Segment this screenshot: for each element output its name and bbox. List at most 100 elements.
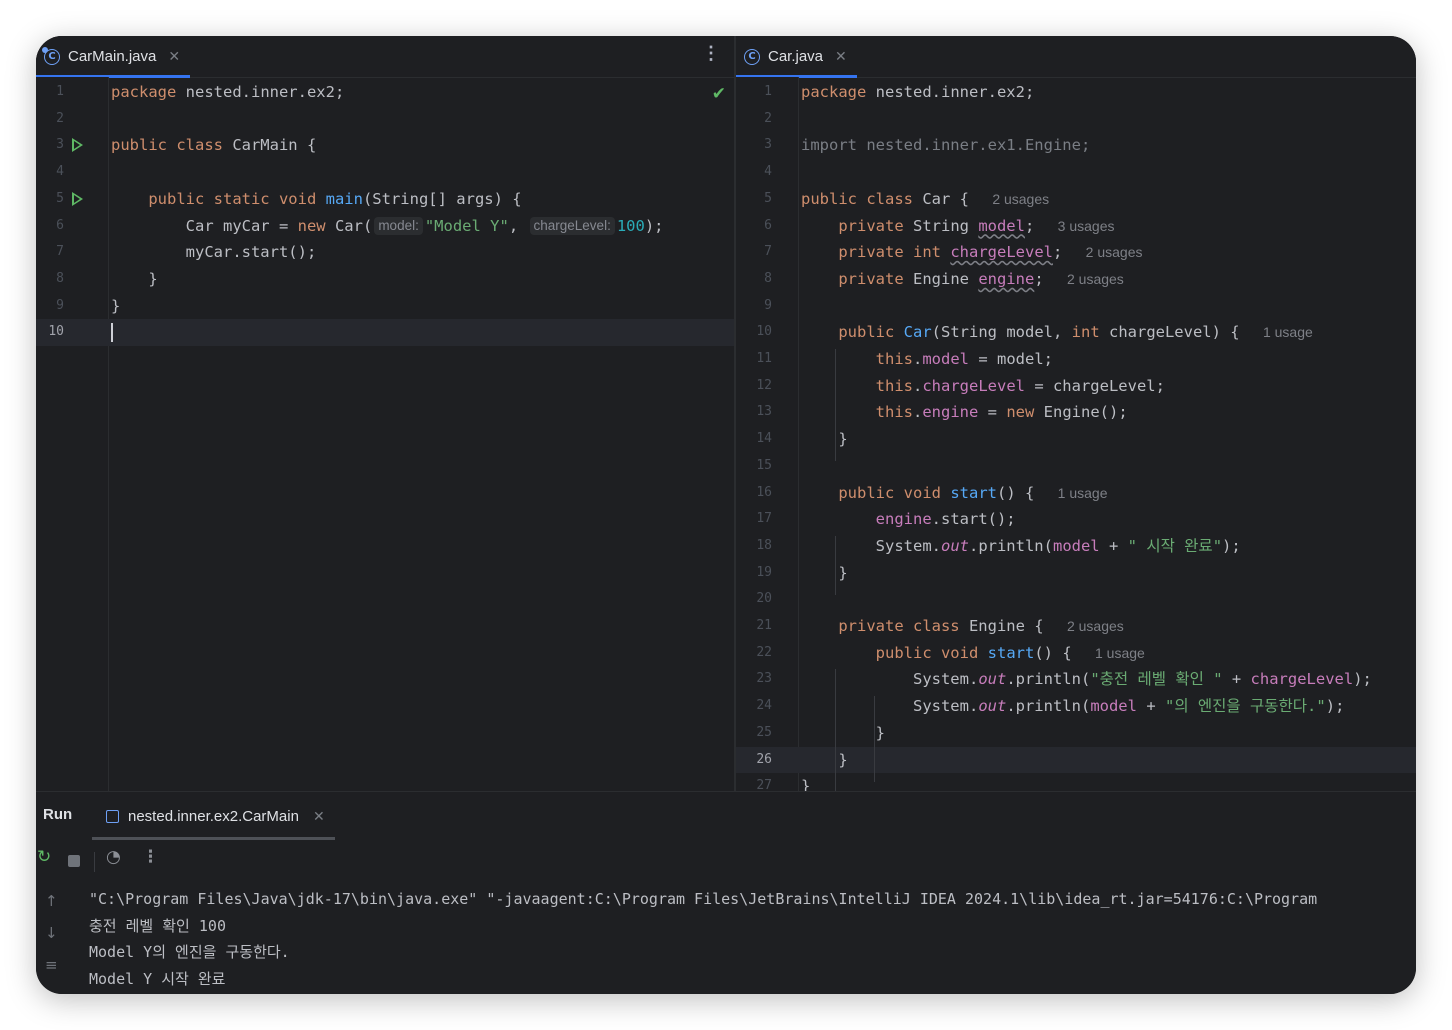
code-token: .println(: [1006, 670, 1091, 689]
console-output[interactable]: "C:\Program Files\Java\jdk-17\bin\java.e…: [89, 886, 1416, 994]
run-gutter-icon[interactable]: [72, 191, 83, 206]
code-line: import nested.inner.ex1.Engine;: [798, 132, 1416, 159]
rerun-icon[interactable]: ↻: [37, 847, 51, 867]
usage-hint[interactable]: 1 usage: [1095, 645, 1145, 661]
profiler-gauge-icon[interactable]: ◔: [106, 847, 121, 867]
code-token: public void: [801, 643, 979, 662]
code-token: model: [922, 350, 969, 368]
code-token: " 시작 완료": [1127, 536, 1223, 555]
more-options-icon[interactable]: ⋮: [702, 43, 720, 64]
code-area[interactable]: package nested.inner.ex2; public class Ca…: [108, 77, 734, 791]
scroll-down-icon[interactable]: ↓: [45, 924, 58, 942]
code-line: engine.start();: [798, 506, 1416, 533]
code-token: String: [903, 216, 979, 235]
usage-hint[interactable]: 1 usage: [1263, 324, 1313, 340]
tab-car[interactable]: C Car.java ✕: [736, 36, 857, 78]
stop-icon[interactable]: [68, 855, 80, 867]
usage-hint[interactable]: 2 usages: [1086, 244, 1143, 260]
line-number: 24: [756, 698, 772, 714]
run-gutter-icon[interactable]: [72, 138, 83, 153]
code-token: private: [801, 216, 904, 235]
right-tab-bar: C Car.java ✕: [736, 36, 1416, 78]
code-token: public class: [801, 189, 913, 208]
code-line: public class CarMain {: [108, 132, 734, 159]
usage-hint[interactable]: 2 usages: [992, 191, 1049, 207]
parameter-hint: model:: [374, 216, 423, 235]
run-header: Run nested.inner.ex2.CarMain ✕: [36, 792, 1416, 842]
code-line: }: [798, 560, 1416, 587]
line-number: 6: [764, 217, 772, 233]
line-number: 6: [56, 217, 64, 233]
code-token: "충전 레벨 확인 ": [1090, 670, 1223, 689]
line-number: 9: [56, 297, 64, 313]
code-token: chargeLevel: [950, 243, 1053, 262]
left-tab-bar: C CarMain.java ✕ ⋮: [36, 36, 734, 78]
code-token: package: [111, 83, 177, 101]
line-number: 8: [56, 270, 64, 286]
line-number: 14: [756, 431, 772, 447]
console-line: 충전 레벨 확인 100: [89, 916, 226, 935]
usage-hint[interactable]: 3 usages: [1058, 218, 1115, 234]
close-icon[interactable]: ✕: [835, 48, 847, 65]
tab-carmain[interactable]: C CarMain.java ✕: [36, 36, 191, 78]
code-token: .: [912, 376, 923, 395]
code-line: }: [798, 747, 1416, 774]
code-token: int: [1071, 323, 1100, 342]
run-panel: Run nested.inner.ex2.CarMain ✕ ↻ ◔ ⋮ ↑ ↓…: [36, 791, 1416, 994]
more-options-icon[interactable]: ⋮: [142, 847, 159, 867]
code-line: public Car(String model, int chargeLevel…: [798, 319, 1416, 346]
code-line: }: [108, 293, 734, 320]
line-number: 2: [56, 110, 64, 126]
code-token: new: [297, 216, 326, 235]
code-token: private int: [801, 243, 941, 262]
usage-hint[interactable]: 1 usage: [1058, 485, 1108, 501]
line-number: 16: [756, 484, 772, 500]
code-token: chargeLevel) {: [1099, 323, 1249, 342]
code-token: +: [1136, 697, 1165, 716]
code-token: model: [978, 216, 1025, 235]
close-icon[interactable]: ✕: [168, 48, 180, 65]
code-token: +: [1099, 536, 1128, 555]
line-number: 4: [56, 164, 64, 180]
tab-label: Car.java: [768, 48, 824, 65]
tab-label: CarMain.java: [68, 48, 157, 65]
usage-hint[interactable]: 2 usages: [1067, 618, 1124, 634]
code-token: public class: [111, 136, 223, 155]
ide-window: C CarMain.java ✕ ⋮ ✔ 1 2 3 4 5 6 7 8 9 10 package…: [36, 36, 1416, 994]
run-toolbar: ↻ ◔ ⋮: [36, 847, 236, 877]
code-line: System.out.println(model + "의 엔진을 구동한다."…: [798, 693, 1416, 720]
close-icon[interactable]: ✕: [313, 808, 325, 825]
code-line: Car myCar = new Car(model: "Model Y", cha…: [108, 213, 734, 240]
usage-hint[interactable]: 2 usages: [1067, 271, 1124, 287]
code-token: "의 엔진을 구동한다.": [1164, 697, 1326, 716]
code-area[interactable]: package nested.inner.ex2; import nested.i…: [798, 77, 1416, 791]
run-config-tab[interactable]: nested.inner.ex2.CarMain ✕: [92, 792, 335, 840]
line-number: 20: [756, 591, 772, 607]
code-line: private class Engine { 2 usages: [798, 613, 1416, 640]
code-token: +: [1222, 670, 1251, 689]
code-token: ;: [1034, 269, 1053, 288]
code-token: System.: [801, 670, 979, 689]
code-token: myCar.start();: [111, 243, 317, 262]
code-token: import nested.inner.ex1.Engine;: [801, 136, 1091, 155]
parameter-hint: chargeLevel:: [529, 216, 615, 235]
code-token: model: [1090, 697, 1137, 716]
line-number: 18: [756, 537, 772, 553]
console-line: Model Y의 엔진을 구동한다.: [89, 943, 290, 961]
code-token: this: [801, 350, 913, 368]
code-token: public static void: [111, 189, 326, 208]
soft-wrap-icon[interactable]: ≡: [45, 956, 58, 974]
line-number: 3: [56, 137, 64, 153]
code-token: this: [801, 376, 913, 395]
code-token: engine: [922, 403, 979, 422]
console-line: Model Y 시작 완료: [89, 969, 226, 988]
code-token: .println(: [968, 536, 1053, 555]
scroll-up-icon[interactable]: ↑: [45, 892, 58, 910]
code-token: (String model,: [931, 323, 1072, 342]
